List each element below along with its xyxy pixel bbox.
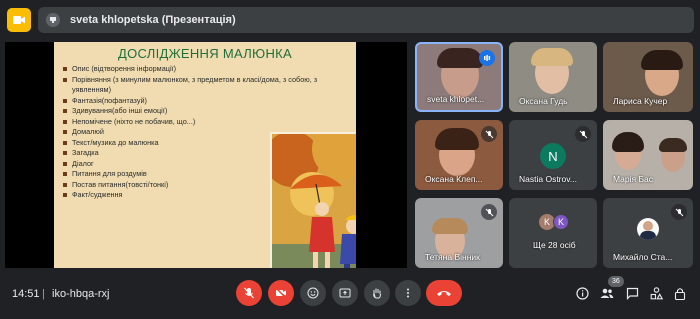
slide-bullet: Непомічене (ніхто не побачив, що...)	[63, 117, 354, 128]
mic-off-icon	[671, 204, 687, 220]
mic-toggle-button[interactable]	[236, 280, 262, 306]
participant-tile[interactable]: Тетяна Вінник	[415, 198, 503, 268]
participant-tile[interactable]: Марія Бас	[603, 120, 693, 190]
participant-tile[interactable]: Оксана Гудь	[509, 42, 597, 112]
presentation-slide: ДОСЛІДЖЕННЯ МАЛЮНКА Опис (відтворення ін…	[54, 42, 356, 268]
present-now-button[interactable]	[332, 280, 358, 306]
host-controls-button[interactable]	[670, 283, 690, 303]
participant-name: Оксана Клеп...	[425, 174, 483, 184]
slide-bullet: Здивування(або інші емоції)	[63, 106, 354, 117]
meet-logo[interactable]	[7, 8, 31, 32]
more-participants-tile[interactable]: K K Ще 28 осіб	[509, 198, 597, 268]
call-end-icon	[437, 291, 451, 296]
avatar	[637, 218, 659, 240]
participant-name: sveta khlopet...	[427, 94, 485, 104]
participant-hair	[531, 48, 573, 66]
more-vert-icon	[407, 288, 409, 298]
participant-tile[interactable]: sveta khlopet...	[415, 42, 503, 112]
chat-icon	[626, 287, 638, 300]
show-everyone-button[interactable]	[597, 283, 617, 303]
participant-tile[interactable]: Михайло Ста...	[603, 198, 693, 268]
participant-hair	[432, 218, 468, 234]
raise-hand-icon	[373, 288, 381, 299]
present-screen-icon	[339, 288, 351, 298]
activities-icon	[650, 286, 663, 299]
participant-tile[interactable]: Лариса Кучер	[603, 42, 693, 112]
footer-separator: |	[42, 288, 45, 300]
mic-off-icon	[575, 126, 591, 142]
participant-name: Оксана Гудь	[519, 96, 568, 106]
reactions-button[interactable]	[300, 280, 326, 306]
activities-button[interactable]	[646, 283, 666, 303]
mic-off-icon	[481, 204, 497, 220]
participant-name: Лариса Кучер	[613, 96, 668, 106]
participant-hair	[612, 132, 644, 152]
autumn-children-painting	[270, 132, 356, 268]
participant-name: Марія Бас	[613, 174, 654, 184]
camera-off-icon	[275, 287, 287, 299]
participant-hair	[437, 48, 483, 68]
slide-bullet: Опис (відтворення інформації)	[63, 64, 354, 75]
emoji-icon	[307, 287, 319, 299]
participant-tile[interactable]: N Nastia Ostrov...	[509, 120, 597, 190]
presenter-name: sveta khlopetska (Презентація)	[70, 14, 236, 26]
participant-tile[interactable]: Оксана Клеп...	[415, 120, 503, 190]
participant-hair	[641, 50, 683, 70]
leave-call-button[interactable]	[426, 280, 462, 306]
participant-name: Михайло Ста...	[613, 252, 673, 262]
people-icon	[600, 288, 614, 298]
slide-bullet: Фантазія(пофантазуй)	[63, 96, 354, 107]
slide-bullet: Порівняння (з минулим малюнком, з предме…	[63, 75, 354, 96]
avatar: N	[540, 143, 566, 169]
camera-toggle-button[interactable]	[268, 280, 294, 306]
meeting-code: iko-hbqa-rxj	[52, 288, 110, 300]
presenter-banner[interactable]: sveta khlopetska (Презентація)	[38, 7, 694, 33]
more-participants-label: Ще 28 осіб	[533, 240, 576, 250]
mic-off-icon	[244, 287, 254, 299]
participant-name: Nastia Ostrov...	[519, 174, 577, 184]
participant-hair	[659, 138, 687, 152]
participant-hair	[435, 128, 479, 150]
participant-name: Тетяна Вінник	[425, 252, 480, 262]
slide-title: ДОСЛІДЖЕННЯ МАЛЮНКА	[117, 46, 293, 61]
speaking-indicator-icon	[479, 50, 495, 66]
mic-off-icon	[481, 126, 497, 142]
meeting-details-button[interactable]	[572, 283, 592, 303]
meeting-time: 14:51	[12, 288, 40, 300]
raise-hand-button[interactable]	[364, 280, 390, 306]
chat-button[interactable]	[622, 283, 642, 303]
host-controls-icon	[674, 287, 686, 300]
presenting-icon	[46, 13, 60, 27]
avatar: K	[553, 214, 569, 230]
more-options-button[interactable]	[395, 280, 421, 306]
video-camera-icon	[13, 16, 25, 24]
info-icon	[575, 286, 589, 300]
